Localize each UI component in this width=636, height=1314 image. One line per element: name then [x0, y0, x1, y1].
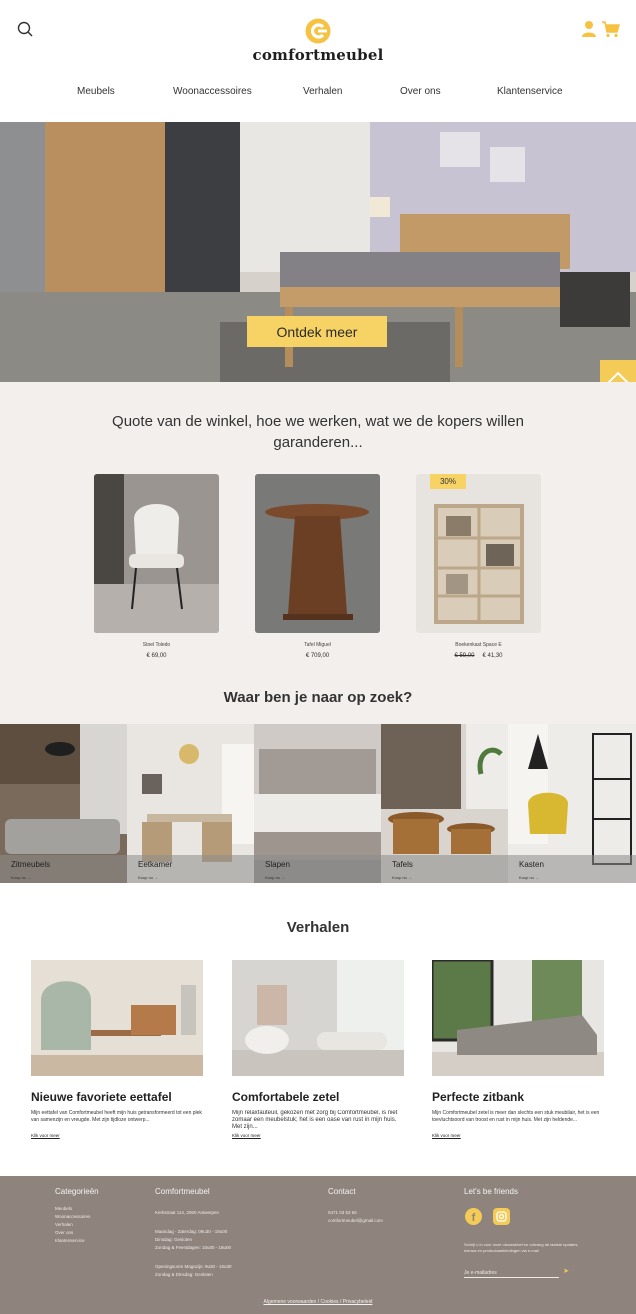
cart-icon[interactable] [601, 20, 621, 38]
story-card: Perfecte zitbank Mijn Comfortmeubel zete… [432, 960, 604, 1138]
footer-link[interactable]: Woonaccessoires [55, 1214, 99, 1219]
story-read-more-link[interactable]: Klik voor meer [31, 1133, 203, 1138]
brand-name: comfortmeubel [252, 46, 384, 64]
category-tile-slapen[interactable]: Slapen Koop nu → [254, 724, 381, 883]
send-icon[interactable]: ➤ [561, 1267, 571, 1277]
story-read-more-link[interactable]: Klik voor meer [232, 1133, 404, 1138]
category-label: Slapen [265, 860, 290, 869]
legal-link[interactable]: Algemene voorwaarden / Cookies / Privacy… [264, 1299, 373, 1305]
footer-link[interactable]: Verhalen [55, 1222, 99, 1227]
categories-title: Waar ben je naar op zoek? [223, 689, 413, 706]
story-card: Nieuwe favoriete eettafel Mijn eettafel … [31, 960, 203, 1138]
category-shop-link[interactable]: Koop nu → [138, 875, 158, 880]
story-read-more-link[interactable]: Klik voor meer [432, 1133, 604, 1138]
product-card[interactable]: Stoel Toledo € 69,00 [94, 474, 219, 659]
newsletter-text: Schrijf u in voor onze nieuwsbrief en on… [464, 1242, 579, 1253]
story-excerpt: Mijn eettafel van Comfortmeubel heeft mi… [31, 1110, 202, 1123]
discount-badge: 30% [430, 474, 466, 489]
user-icon[interactable] [581, 20, 597, 38]
footer-link[interactable]: Over ons [55, 1230, 99, 1235]
category-tile-kasten[interactable]: Kasten Koop nu → [508, 724, 636, 883]
logo-mark-icon [305, 18, 331, 44]
discover-more-button[interactable]: Ontdek meer [247, 316, 387, 347]
product-name: Stoel Toledo [142, 642, 171, 648]
story-image[interactable] [232, 960, 404, 1076]
product-name: Boekenkast Space E [455, 642, 502, 648]
nav-over-ons[interactable]: Over ons [400, 86, 441, 97]
search-icon[interactable] [16, 20, 36, 40]
footer-company-heading: Comfortmeubel [155, 1187, 210, 1196]
story-title: Comfortabele zetel [232, 1090, 340, 1104]
footer-contact: Contact 0471 03 53 65 comfortmeubel@gmai… [328, 1187, 383, 1223]
product-name: Tafel Miguel [304, 642, 331, 648]
footer-warehouse-hours: Openingsuren Magazijn: 9u30 - 16u30 [155, 1264, 232, 1269]
product-sale-price: € 41,30 [482, 653, 503, 659]
nav-meubels[interactable]: Meubels [77, 86, 115, 97]
story-title: Perfecte zitbank [432, 1090, 525, 1104]
nav-klantenservice[interactable]: Klantenservice [497, 86, 563, 97]
story-excerpt: Mijn relaxfauteuil, gekozen met zorg bij… [232, 1110, 398, 1130]
footer-company: Comfortmeubel Kerkstraat 114, 2060 Antwe… [155, 1187, 232, 1277]
instagram-icon[interactable] [493, 1208, 510, 1225]
footer-link[interactable]: Meubels [55, 1206, 99, 1211]
category-tile-tafels[interactable]: Tafels Koop nu → [381, 724, 508, 883]
legal-links: Algemene voorwaarden / Cookies / Privacy… [0, 1299, 636, 1305]
svg-text:f: f [472, 1212, 476, 1224]
category-label: Tafels [392, 860, 413, 869]
footer-hours: Maandag - Zaterdag: 09u30 - 18u00 [155, 1229, 228, 1234]
product-image [94, 474, 219, 633]
newsletter-email-input[interactable] [464, 1268, 559, 1278]
product-old-price: € 59,00 [454, 653, 475, 659]
story-card: Comfortabele zetel Mijn relaxfauteuil, g… [232, 960, 404, 1138]
category-shop-link[interactable]: Koop nu → [392, 875, 412, 880]
stories-title: Verhalen [286, 919, 350, 936]
product-card[interactable]: 30% Boekenkast Space E € 59,00 € 41,30 [416, 474, 541, 659]
store-quote: Quote van de winkel, hoe we werken, wat … [112, 413, 524, 451]
story-image[interactable] [31, 960, 203, 1076]
category-shop-link[interactable]: Koop nu → [519, 875, 539, 880]
product-image: 30% [416, 474, 541, 633]
footer-link[interactable]: Klantenservice [55, 1238, 99, 1243]
footer-email[interactable]: comfortmeubel@gmail.com [328, 1218, 383, 1223]
category-tile-eetkamer[interactable]: Eetkamer Koop nu → [127, 724, 254, 883]
product-price: € 69,00 [146, 653, 167, 659]
product-price: € 59,00 € 41,30 [416, 653, 541, 659]
footer-social: Let's be friends [464, 1187, 518, 1196]
category-tile-zitmeubels[interactable]: Zitmeubels Koop nu → [0, 724, 127, 883]
story-title: Nieuwe favoriete eettafel [31, 1090, 172, 1104]
footer-categories: Categorieën Meubels Woonaccessoires Verh… [55, 1187, 99, 1243]
footer-warehouse-hours: Zondag & Dinsdag: Gesloten [155, 1272, 213, 1277]
footer-phone[interactable]: 0471 03 53 65 [328, 1210, 383, 1215]
category-shop-link[interactable]: Koop nu → [265, 875, 285, 880]
nav-woonaccessoires[interactable]: Woonaccessoires [173, 86, 252, 97]
footer-hours: Zondag & Feestdagen: 10u00 - 18u00 [155, 1245, 232, 1250]
footer-hours: Dinsdag: Gesloten [155, 1237, 193, 1242]
category-label: Eetkamer [138, 860, 173, 869]
footer-social-heading: Let's be friends [464, 1187, 519, 1196]
brand-logo[interactable]: comfortmeubel [250, 18, 386, 68]
story-excerpt: Mijn Comfortmeubel zetel is meer dan sle… [432, 1110, 600, 1123]
category-label: Zitmeubels [11, 860, 51, 869]
category-shop-link[interactable]: Koop nu → [11, 875, 31, 880]
product-image [255, 474, 380, 633]
facebook-icon[interactable]: f [465, 1208, 482, 1225]
product-price: € 709,00 [305, 653, 330, 659]
main-nav: Meubels Woonaccessoires Verhalen Over on… [0, 86, 636, 102]
site-header: comfortmeubel Meubels Woonaccessoires Ve… [0, 0, 636, 122]
footer-categories-heading: Categorieën [55, 1187, 99, 1196]
footer-address: Kerkstraat 114, 2060 Antwerpen [155, 1210, 219, 1215]
product-card[interactable]: Tafel Miguel € 709,00 [255, 474, 380, 659]
story-image[interactable] [432, 960, 604, 1076]
nav-verhalen[interactable]: Verhalen [303, 86, 342, 97]
footer-contact-heading: Contact [328, 1187, 356, 1196]
category-label: Kasten [519, 860, 544, 869]
